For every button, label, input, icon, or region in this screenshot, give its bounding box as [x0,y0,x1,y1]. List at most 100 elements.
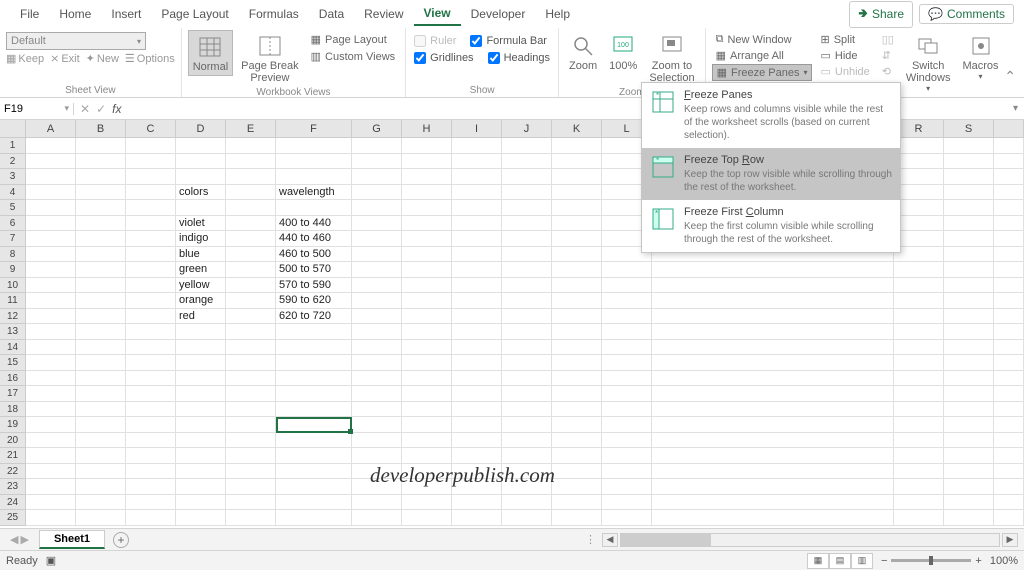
zoom-percent[interactable]: 100% [990,555,1018,567]
row-header-23[interactable]: 23 [0,479,26,495]
cell-A5[interactable] [26,200,76,216]
zoom-button[interactable]: Zoom [565,30,601,74]
cell-D5[interactable] [176,200,226,216]
custom-views-button[interactable]: ▥Custom Views [307,49,400,64]
cell-G20[interactable] [352,433,402,449]
cell-J25[interactable] [502,510,552,526]
col-header-I[interactable]: I [452,120,502,137]
cell-H5[interactable] [402,200,452,216]
cell-A24[interactable] [26,495,76,511]
cell-I7[interactable] [452,231,502,247]
cell-E6[interactable] [226,216,276,232]
cell-L13[interactable] [602,324,652,340]
menu-review[interactable]: Review [354,3,413,25]
cell-F7[interactable]: 440 to 460 [276,231,352,247]
select-all-button[interactable] [0,120,26,137]
cell-D16[interactable] [176,371,226,387]
cell-D3[interactable] [176,169,226,185]
cell-C3[interactable] [126,169,176,185]
cell-H17[interactable] [402,386,452,402]
cell-K16[interactable] [552,371,602,387]
cell-C4[interactable] [126,185,176,201]
cell-J5[interactable] [502,200,552,216]
sheet-view-new[interactable]: ✦New [86,52,119,65]
cell-S19[interactable] [944,417,994,433]
cell-G23[interactable] [352,479,402,495]
cell-C7[interactable] [126,231,176,247]
cell-B3[interactable] [76,169,126,185]
cell-K3[interactable] [552,169,602,185]
sheet-view-keep[interactable]: ▦Keep [6,52,44,65]
cell-B1[interactable] [76,138,126,154]
cell-H13[interactable] [402,324,452,340]
cell-S18[interactable] [944,402,994,418]
cell-S1[interactable] [944,138,994,154]
cell-H24[interactable] [402,495,452,511]
cell-G2[interactable] [352,154,402,170]
cell-F11[interactable]: 590 to 620 [276,293,352,309]
cell-S17[interactable] [944,386,994,402]
cell-A14[interactable] [26,340,76,356]
cell-E12[interactable] [226,309,276,325]
cell-J13[interactable] [502,324,552,340]
cell-S11[interactable] [944,293,994,309]
row-header-24[interactable]: 24 [0,495,26,511]
cell-I16[interactable] [452,371,502,387]
cell-I4[interactable] [452,185,502,201]
cell-H8[interactable] [402,247,452,263]
cell-L16[interactable] [602,371,652,387]
cell-R19[interactable] [894,417,944,433]
col-header-F[interactable]: F [276,120,352,137]
row-header-8[interactable]: 8 [0,247,26,263]
cell-B14[interactable] [76,340,126,356]
cell-D1[interactable] [176,138,226,154]
cell-G12[interactable] [352,309,402,325]
col-header-C[interactable]: C [126,120,176,137]
cell-J21[interactable] [502,448,552,464]
name-box[interactable]: F19 ▾ [0,103,74,115]
cell-J1[interactable] [502,138,552,154]
cell-B25[interactable] [76,510,126,526]
cell-L10[interactable] [602,278,652,294]
cell-C18[interactable] [126,402,176,418]
cell-F21[interactable] [276,448,352,464]
cell-I14[interactable] [452,340,502,356]
cell-C21[interactable] [126,448,176,464]
row-header-13[interactable]: 13 [0,324,26,340]
row-header-22[interactable]: 22 [0,464,26,480]
zoom-in-icon[interactable]: + [975,555,981,567]
cell-J3[interactable] [502,169,552,185]
cell-G8[interactable] [352,247,402,263]
cell-S16[interactable] [944,371,994,387]
cell-E22[interactable] [226,464,276,480]
cell-K23[interactable] [552,479,602,495]
row-header-11[interactable]: 11 [0,293,26,309]
cell-G21[interactable] [352,448,402,464]
cell-R16[interactable] [894,371,944,387]
cell-F13[interactable] [276,324,352,340]
freeze-top-row-option[interactable]: * Freeze Top Row Keep the top row visibl… [642,148,900,200]
cell-R6[interactable] [894,216,944,232]
cell-L17[interactable] [602,386,652,402]
cell-F5[interactable] [276,200,352,216]
cell-K21[interactable] [552,448,602,464]
cell-C5[interactable] [126,200,176,216]
cell-R2[interactable] [894,154,944,170]
ruler-checkbox[interactable]: Ruler [412,34,458,48]
cell-A18[interactable] [26,402,76,418]
col-header-B[interactable]: B [76,120,126,137]
cell-L15[interactable] [602,355,652,371]
freeze-panes-button[interactable]: ▦Freeze Panes▾ [712,64,813,81]
sync-scroll[interactable]: ⇵ [878,48,898,63]
row-header-2[interactable]: 2 [0,154,26,170]
cell-J6[interactable] [502,216,552,232]
cell-G10[interactable] [352,278,402,294]
freeze-first-column-option[interactable]: * Freeze First Column Keep the first col… [642,200,900,252]
cell-J10[interactable] [502,278,552,294]
cell-S6[interactable] [944,216,994,232]
cell-B5[interactable] [76,200,126,216]
switch-windows-button[interactable]: Switch Windows▾ [902,30,955,95]
cell-K10[interactable] [552,278,602,294]
cell-C8[interactable] [126,247,176,263]
confirm-icon[interactable]: ✓ [96,102,106,116]
